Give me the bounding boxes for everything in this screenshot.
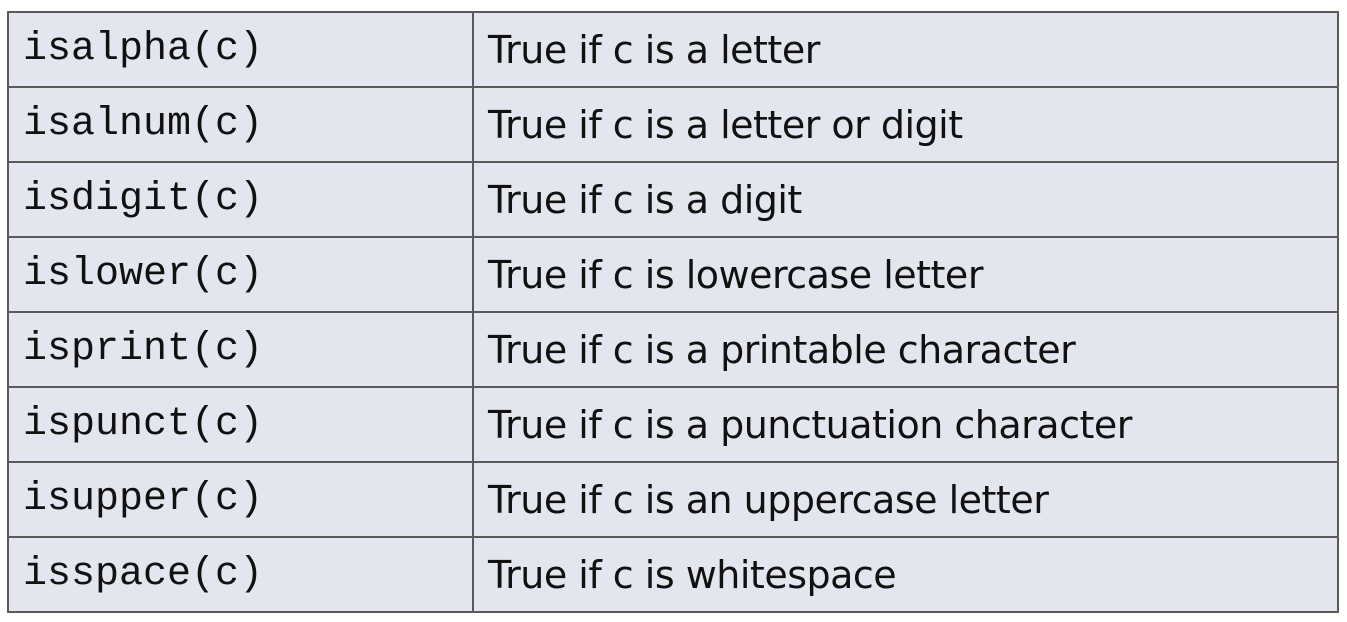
table-row: isdigit(c) True if c is a digit bbox=[7, 161, 1339, 238]
function-cell: isdigit(c) bbox=[7, 161, 474, 238]
description-cell: True if c is whitespace bbox=[472, 536, 1339, 613]
description-cell: True if c is a printable character bbox=[472, 311, 1339, 388]
description-cell: True if c is a letter or digit bbox=[472, 86, 1339, 163]
function-cell: ispunct(c) bbox=[7, 386, 474, 463]
function-cell: isalpha(c) bbox=[7, 11, 474, 88]
description-cell: True if c is lowercase letter bbox=[472, 236, 1339, 313]
function-cell: isupper(c) bbox=[7, 461, 474, 538]
description-cell: True if c is a letter bbox=[472, 11, 1339, 88]
table-row: isalnum(c) True if c is a letter or digi… bbox=[7, 86, 1339, 163]
character-functions-table: isalpha(c) True if c is a letter isalnum… bbox=[7, 11, 1339, 613]
table-row: ispunct(c) True if c is a punctuation ch… bbox=[7, 386, 1339, 463]
table-row: isprint(c) True if c is a printable char… bbox=[7, 311, 1339, 388]
description-cell: True if c is an uppercase letter bbox=[472, 461, 1339, 538]
table-row: isupper(c) True if c is an uppercase let… bbox=[7, 461, 1339, 538]
function-cell: isspace(c) bbox=[7, 536, 474, 613]
table-row: isalpha(c) True if c is a letter bbox=[7, 11, 1339, 88]
function-cell: isprint(c) bbox=[7, 311, 474, 388]
table-row: islower(c) True if c is lowercase letter bbox=[7, 236, 1339, 313]
description-cell: True if c is a punctuation character bbox=[472, 386, 1339, 463]
table-row: isspace(c) True if c is whitespace bbox=[7, 536, 1339, 613]
description-cell: True if c is a digit bbox=[472, 161, 1339, 238]
slide-page: isalpha(c) True if c is a letter isalnum… bbox=[0, 0, 1347, 622]
function-cell: isalnum(c) bbox=[7, 86, 474, 163]
function-cell: islower(c) bbox=[7, 236, 474, 313]
table-body: isalpha(c) True if c is a letter isalnum… bbox=[7, 11, 1339, 613]
